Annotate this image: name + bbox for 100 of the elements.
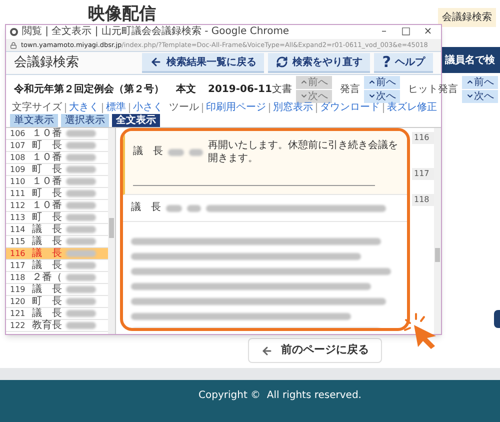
blurred-name — [66, 238, 96, 245]
view-tab[interactable]: 全文表示 — [112, 114, 160, 127]
tool-link[interactable]: 別窓表示 — [269, 103, 313, 113]
blurred-name — [66, 274, 96, 281]
speaker-row[interactable]: 122 教育長 — [6, 320, 108, 332]
speech-role: 議 長 — [131, 203, 161, 213]
speaker-role: 議 長 — [32, 260, 62, 270]
back-page-button[interactable]: 前のページに戻る — [248, 338, 382, 363]
previous-button[interactable]: 前へ — [364, 76, 400, 88]
speaker-number: 108 — [10, 154, 26, 162]
speaker-number: 106 — [10, 130, 26, 138]
scrollbar[interactable] — [434, 128, 441, 334]
blurred-name — [66, 286, 96, 293]
search-badge[interactable]: 会議録検索 — [438, 8, 496, 27]
speaker-row[interactable]: 113 町 長 — [6, 212, 108, 224]
question-mark: ? — [382, 54, 391, 70]
speaker-row[interactable]: 118 ２番（ — [6, 272, 108, 284]
blurred-name — [66, 166, 96, 173]
tool-label: ツール — [168, 103, 199, 113]
speaker-role: １０番 — [32, 152, 62, 162]
speaker-role: 議 長 — [32, 308, 62, 318]
speaker-row[interactable]: 120 町 長 — [6, 296, 108, 308]
tool-link[interactable]: ダウンロード — [316, 103, 380, 113]
view-tab[interactable]: 単文表示 — [10, 114, 58, 127]
speaker-role: 町 長 — [32, 296, 62, 306]
speech-number: 117 — [412, 168, 434, 180]
page-title: 映像配信 — [88, 4, 156, 24]
speaker-role: 議 長 — [32, 224, 62, 234]
speaker-number: 120 — [10, 298, 26, 306]
header-button[interactable]: 検索をやり直す — [268, 53, 370, 73]
refresh-icon — [276, 56, 288, 68]
blurred-name — [66, 202, 96, 209]
speaker-role: 町 長 — [32, 212, 62, 222]
window-title: 閲覧 | 全文表示 | 山元町議会会議録検索 - Google Chrome — [22, 27, 290, 37]
speaker-row[interactable]: 119 議 長 — [6, 284, 108, 296]
tool-link[interactable]: 大きく — [65, 103, 99, 113]
speaker-row[interactable]: 107 町 長 — [6, 140, 108, 152]
speaker-role: 議 長 — [32, 284, 62, 294]
tool-link[interactable]: 標準 — [102, 103, 126, 113]
speaker-number: 119 — [10, 286, 26, 294]
speaker-row[interactable]: 106 １０番 — [6, 128, 108, 140]
speaker-row[interactable]: 108 １０番 — [6, 152, 108, 164]
speaker-number: 114 — [10, 226, 26, 234]
up-caret-icon — [466, 78, 474, 86]
scrollbar[interactable] — [108, 128, 115, 334]
speaker-number: 118 — [10, 274, 26, 282]
blurred-name — [66, 130, 96, 137]
speaker-row[interactable]: 121 議 長 — [6, 308, 108, 320]
speaker-role: ２番（ — [32, 272, 62, 282]
speaker-row[interactable]: 109 町 長 — [6, 164, 108, 176]
speaker-role: 教育長 — [32, 320, 62, 330]
nav-label: 発言 — [340, 82, 360, 96]
member-search-button[interactable]: 議員名で検 — [442, 47, 500, 73]
nav-label: 文書 — [272, 82, 292, 96]
window-control[interactable]: × — [419, 27, 437, 37]
button-label: 検索をやり直す — [292, 56, 362, 70]
app-title: 会議録検索 — [14, 54, 79, 72]
blurred-name — [166, 204, 182, 212]
speaker-role: 町 長 — [32, 140, 62, 150]
window-control[interactable]: □ — [397, 27, 415, 37]
window-control[interactable]: – — [375, 27, 393, 37]
copyright-text: Copyright © All rights reserved. — [198, 389, 362, 403]
header-button[interactable]: 検索結果一覧に戻る — [142, 53, 264, 73]
blurred-name — [66, 154, 96, 161]
speaker-row[interactable]: 114 議 長 — [6, 224, 108, 236]
tool-link[interactable]: 小さく — [129, 103, 163, 113]
tool-link[interactable]: 印刷用ページ — [202, 103, 266, 113]
speaker-role: １０番 — [32, 176, 62, 186]
down-caret-icon — [300, 92, 308, 100]
blurred-name — [168, 148, 184, 156]
next-button[interactable]: 次へ — [462, 90, 498, 102]
next-button[interactable]: 次へ — [364, 90, 400, 102]
blurred-name — [66, 298, 96, 305]
speech-number: 118 — [412, 194, 434, 206]
meeting-name: 令和元年第２回定例会（第２号） — [14, 82, 164, 96]
blurred-name — [66, 214, 96, 221]
speaker-row[interactable]: 117 議 長 — [6, 260, 108, 272]
blurred-name — [66, 226, 96, 233]
previous-button[interactable]: 前へ — [462, 76, 498, 88]
speaker-row[interactable]: 110 １０番 — [6, 176, 108, 188]
speaker-number: 110 — [10, 178, 26, 186]
down-caret-icon — [466, 92, 474, 100]
lock-icon — [10, 42, 17, 48]
arrow-left-icon — [150, 56, 162, 68]
speaker-row[interactable]: 112 １０番 — [6, 200, 108, 212]
header-button[interactable]: ? ヘルプ — [374, 53, 433, 73]
blurred-name — [187, 204, 201, 212]
speaker-role: 議 長 — [32, 248, 62, 258]
speaker-role: １０番 — [32, 200, 62, 210]
speaker-row[interactable]: 111 町 長 — [6, 188, 108, 200]
view-tab[interactable]: 選択表示 — [61, 114, 109, 127]
speaker-number: 115 — [10, 238, 26, 246]
tool-link[interactable]: 表ズレ修正 — [383, 103, 437, 113]
button-edge[interactable] — [494, 310, 500, 328]
button-label: ヘルプ — [395, 55, 425, 70]
speaker-number: 122 — [10, 322, 26, 330]
speech-number: 116 — [412, 132, 434, 144]
up-caret-icon — [368, 78, 376, 86]
blurred-name — [66, 178, 96, 185]
meeting-date: 2019-06-11 — [208, 82, 272, 96]
